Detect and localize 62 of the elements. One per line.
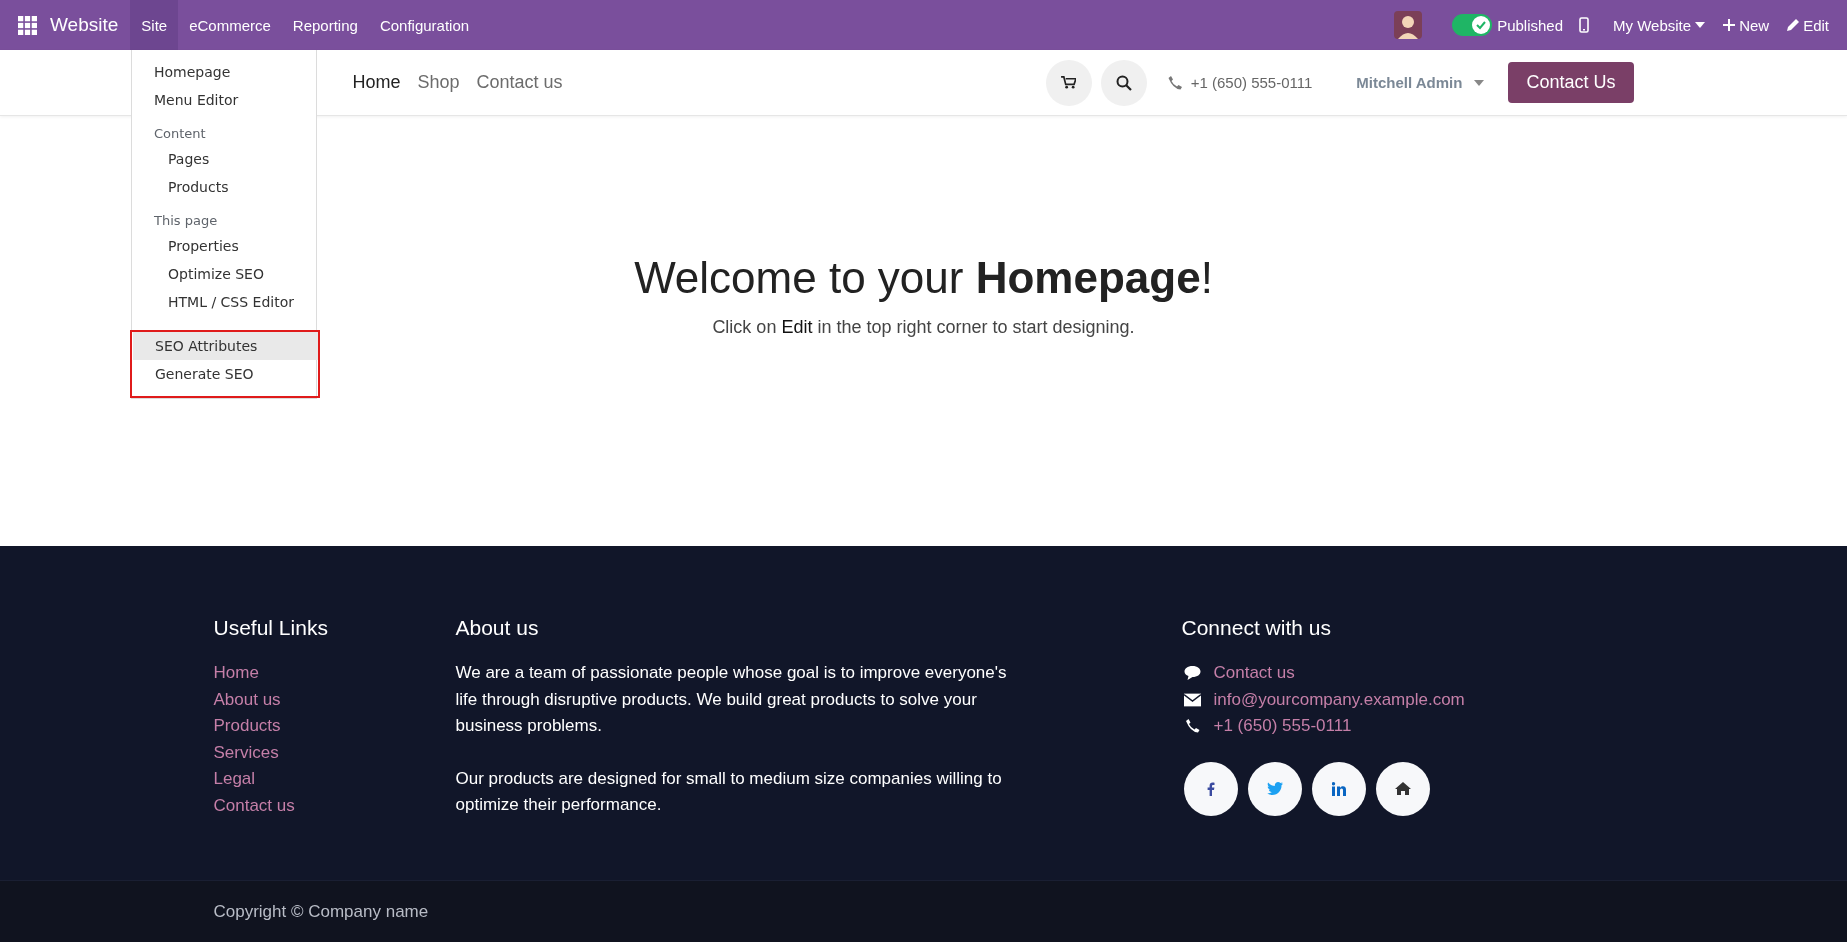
facebook-icon: [1206, 781, 1215, 796]
contact-link[interactable]: +1 (650) 555-0111: [1213, 716, 1352, 737]
speech-bubble-icon: [1183, 666, 1201, 681]
phone-number: +1 (650) 555-0111: [1190, 74, 1313, 91]
menu-item[interactable]: Generate SEO: [133, 360, 318, 388]
footer-link[interactable]: About us: [213, 686, 281, 713]
footer-link[interactable]: Home: [213, 660, 259, 687]
avatar-icon[interactable]: [1394, 11, 1423, 39]
footer-link[interactable]: Products: [213, 713, 281, 740]
edit-button[interactable]: Edit: [1787, 16, 1829, 34]
nav-link[interactable]: Contact us: [476, 72, 563, 93]
linkedin-icon: [1331, 781, 1346, 796]
contact-link[interactable]: info@yourcompany.example.com: [1213, 689, 1465, 710]
check-icon: [1475, 19, 1488, 31]
column-heading: About us: [455, 616, 539, 640]
contact-link[interactable]: Contact us: [1213, 663, 1295, 684]
twitter-icon: [1266, 782, 1283, 795]
pencil-icon: [1787, 19, 1800, 31]
menu-item[interactable]: Pages: [132, 145, 316, 173]
column-heading: Useful Links: [213, 616, 328, 640]
menu-item[interactable]: Products: [132, 173, 316, 201]
menu-item[interactable]: HTML / CSS Editor: [132, 288, 316, 316]
column-heading: Connect with us: [1181, 616, 1331, 640]
new-button[interactable]: New: [1723, 16, 1770, 34]
plus-icon: [1723, 19, 1736, 31]
website-dropdown[interactable]: My Website: [1613, 16, 1706, 34]
menu-item[interactable]: Menu Editor: [132, 86, 316, 114]
hero-subtitle: Click on Edit in the top right corner to start designing.: [712, 317, 1135, 338]
menu-item[interactable]: Homepage: [132, 58, 316, 86]
published-label: Published: [1497, 16, 1564, 34]
menu-item[interactable]: Site: [130, 0, 179, 50]
user-menu[interactable]: Mitchell Admin: [1356, 74, 1485, 91]
footer-link[interactable]: Contact us: [213, 792, 295, 819]
copyright-text: Copyright © Company name: [213, 901, 429, 921]
menu-item[interactable]: Optimize SEO: [132, 260, 316, 288]
section-label: Content: [153, 125, 207, 143]
published-toggle[interactable]: [1452, 14, 1493, 36]
menu-item[interactable]: eCommerce: [178, 0, 282, 50]
apps-grid-icon[interactable]: [18, 15, 37, 35]
footer-link[interactable]: Legal: [213, 766, 256, 793]
phone-icon: [1183, 719, 1201, 734]
home-icon: [1394, 782, 1411, 795]
caret-icon: [1474, 79, 1485, 86]
contact-us-button[interactable]: Contact Us: [1508, 62, 1634, 103]
phone-icon: [1167, 75, 1182, 90]
menu-item[interactable]: Configuration: [368, 0, 481, 50]
mobile-icon[interactable]: [1579, 17, 1590, 33]
menu-item[interactable]: Properties: [132, 232, 316, 260]
nav-link[interactable]: Shop: [417, 72, 460, 93]
caret-icon: [1695, 22, 1706, 28]
section-label: This page: [153, 212, 219, 230]
about-paragraph: We are a team of passionate people whose goal is to improve everyone's life through disruptive products. We build great products to solve your business problems.: [455, 662, 1008, 737]
search-icon: [1115, 74, 1132, 91]
hero-title: Welcome to your Homepage!: [634, 253, 1213, 303]
nav-link[interactable]: Home: [352, 72, 401, 93]
app-name[interactable]: Website: [50, 14, 119, 36]
about-paragraph: Our products are designed for small to medium size companies willing to optimize their performance.: [455, 767, 1003, 816]
menu-item[interactable]: SEO Attributes: [133, 332, 318, 360]
envelope-icon: [1183, 692, 1201, 707]
cart-icon: [1061, 76, 1077, 89]
menu-item[interactable]: Reporting: [281, 0, 369, 50]
footer-link[interactable]: Services: [213, 739, 279, 766]
